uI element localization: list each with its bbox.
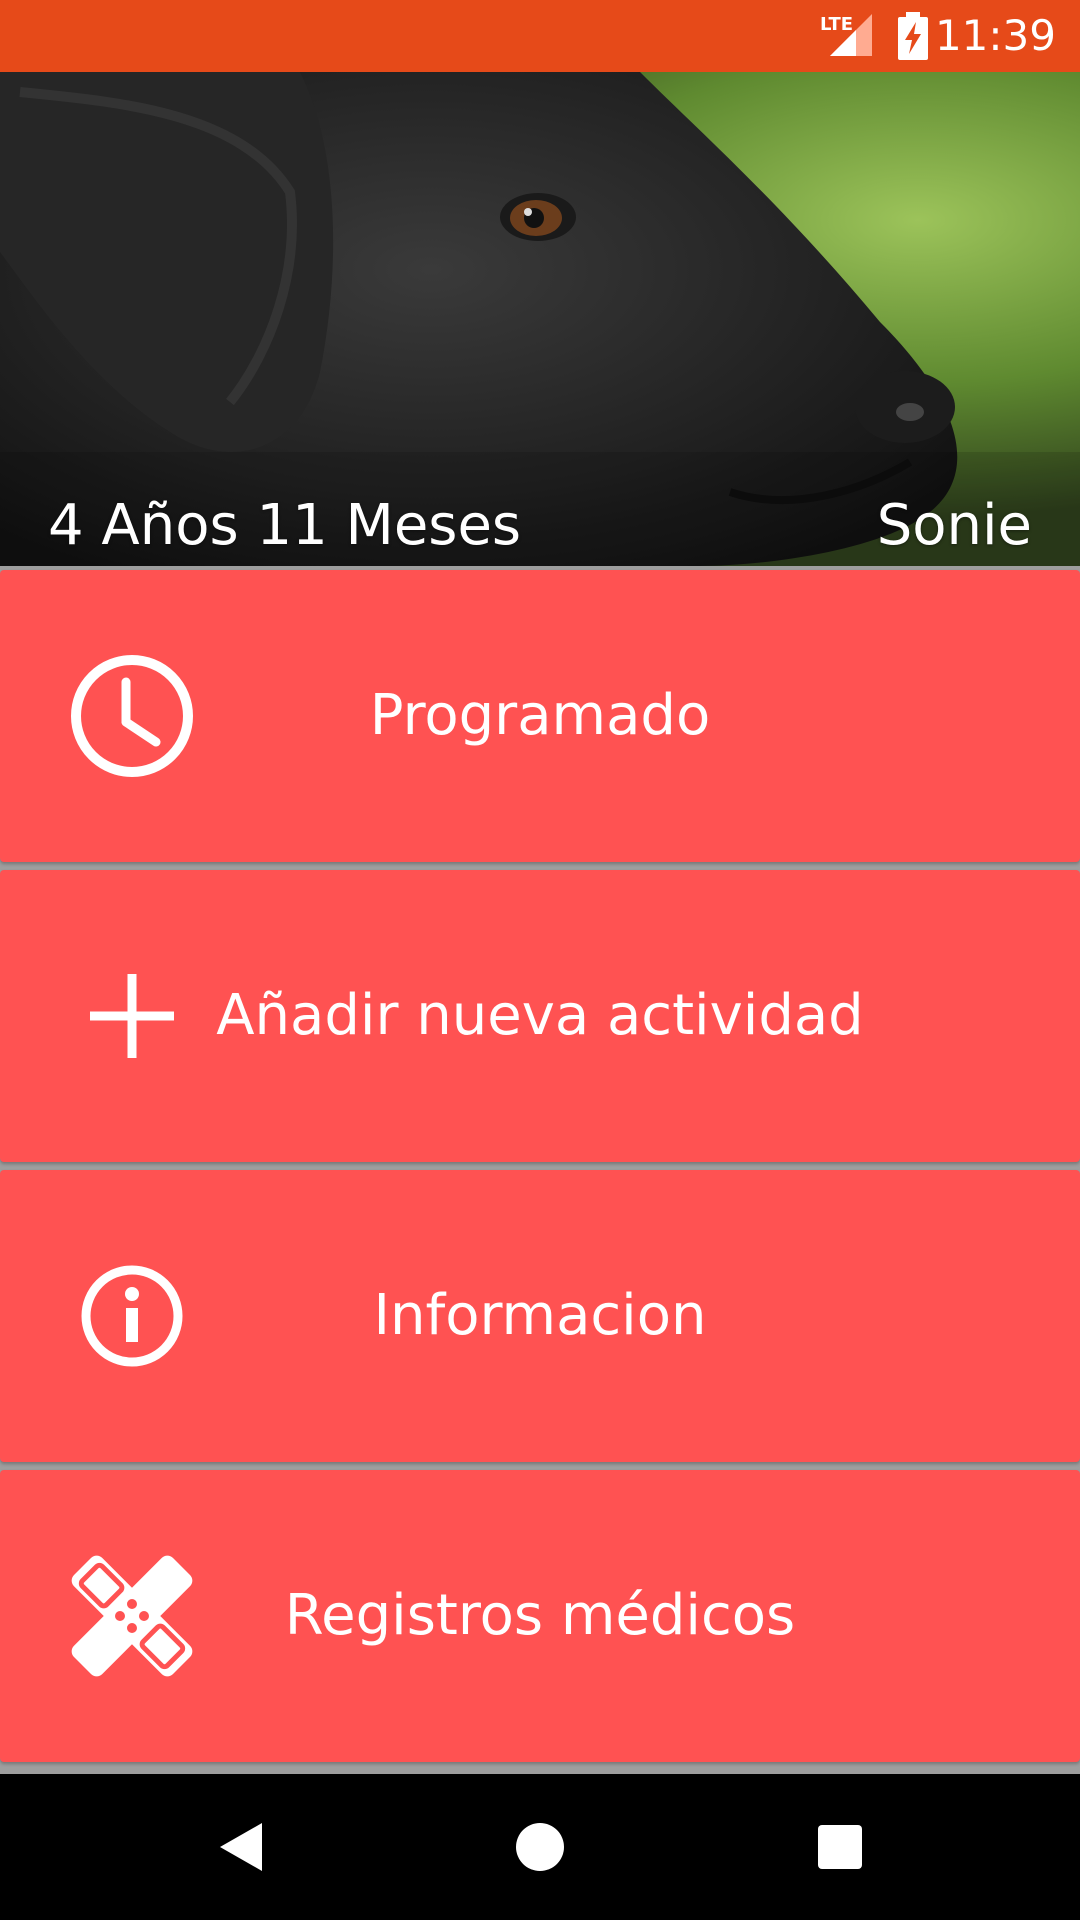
pet-age: 4 Años 11 Meses xyxy=(48,493,522,558)
menu-item-label: Informacion xyxy=(373,1283,707,1348)
menu-item-add-activity[interactable]: Añadir nueva actividad xyxy=(0,870,1080,1162)
menu-item-programado[interactable]: Programado xyxy=(0,570,1080,862)
status-time: 11:39 xyxy=(934,11,1056,60)
status-bar: LTE 11:39 xyxy=(0,0,1080,72)
lte-signal-icon: LTE xyxy=(820,14,872,56)
menu-item-label: Añadir nueva actividad xyxy=(216,983,864,1048)
menu-item-medical-records[interactable]: Registros médicos xyxy=(0,1470,1080,1762)
menu-item-label: Programado xyxy=(369,683,711,748)
back-icon[interactable] xyxy=(200,1807,280,1887)
pet-name: Sonie xyxy=(876,493,1032,558)
pet-photo xyxy=(0,72,1080,566)
svg-text:LTE: LTE xyxy=(820,14,853,35)
recents-icon[interactable] xyxy=(800,1807,880,1887)
main-menu: Programado Añadir nueva actividad Inform… xyxy=(0,566,1080,1774)
battery-charging-icon xyxy=(898,12,928,60)
menu-item-label: Registros médicos xyxy=(284,1583,796,1648)
pet-header: 4 Años 11 Meses Sonie xyxy=(0,72,1080,566)
navigation-bar xyxy=(0,1774,1080,1920)
menu-item-informacion[interactable]: Informacion xyxy=(0,1170,1080,1462)
home-icon[interactable] xyxy=(500,1807,580,1887)
